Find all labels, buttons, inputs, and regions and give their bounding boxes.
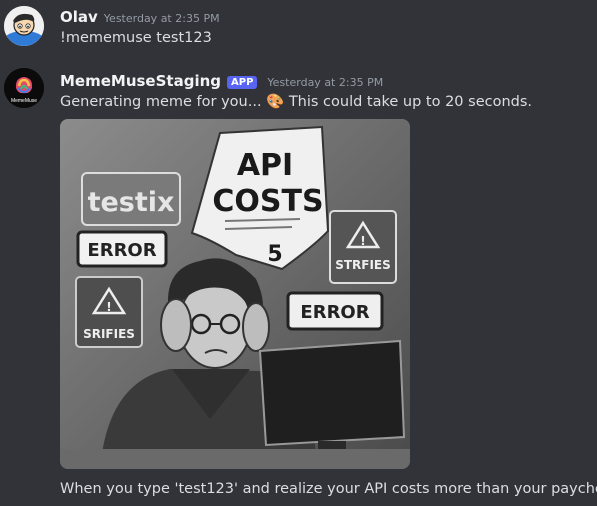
meme-illustration: testix ERROR API COSTS 5 ! STRFIES ! SRI… [60,119,410,469]
svg-text:!: ! [360,234,365,248]
avatar[interactable]: MemeMuse [4,68,44,108]
svg-text:ERROR: ERROR [87,240,156,261]
message-content: Generating meme for you... 🎨 This could … [60,94,533,110]
username[interactable]: MemeMuseStaging [60,72,221,90]
svg-text:!: ! [106,300,111,314]
svg-text:STRFIES: STRFIES [335,258,391,272]
svg-text:testix: testix [88,187,175,218]
app-badge: APP [227,76,258,89]
svg-text:ERROR: ERROR [300,302,369,323]
svg-text:5: 5 [267,242,282,267]
error-sign-right: ERROR [286,291,384,331]
avatar-label: MemeMuse [11,98,37,104]
svg-text:COSTS: COSTS [212,184,323,219]
message-olav: Olav Yesterday at 2:35 PM !mememuse test… [0,0,597,60]
testix-sign: testix [81,172,181,226]
cartoon-face-icon [4,6,44,46]
warning-sign-right: ! STRFIES [329,210,397,284]
brain-logo-icon: MemeMuse [4,68,44,108]
timestamp[interactable]: Yesterday at 2:35 PM [267,76,383,89]
username[interactable]: Olav [60,8,98,26]
avatar[interactable] [4,6,44,46]
error-sign-left: ERROR [76,230,168,268]
timestamp[interactable]: Yesterday at 2:35 PM [104,12,220,25]
svg-text:SRIFIES: SRIFIES [83,327,135,341]
svg-text:API: API [237,148,293,183]
meme-image[interactable]: testix ERROR API COSTS 5 ! STRFIES ! SRI… [60,119,410,469]
message-content: !mememuse test123 [60,30,212,46]
warning-sign-left: ! SRIFIES [75,276,143,348]
meme-caption: When you type 'test123' and realize your… [60,481,597,497]
